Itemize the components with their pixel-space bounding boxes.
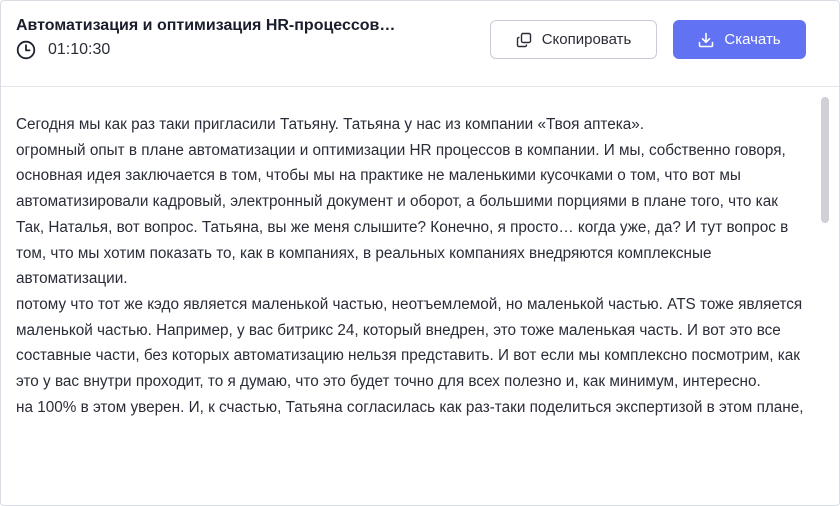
download-button[interactable]: Скачать — [673, 20, 806, 59]
page-title: Автоматизация и оптимизация HR-процессов… — [16, 17, 396, 34]
copy-button-label: Скопировать — [541, 31, 632, 48]
download-icon — [698, 32, 714, 48]
duration: 01:10:30 — [16, 40, 110, 60]
transcript-paragraph: потому что тот же кэдо является маленько… — [16, 295, 803, 391]
download-button-label: Скачать — [724, 31, 781, 48]
transcript-paragraph: на 100% в этом уверен. И, к счастью, Тат… — [16, 398, 804, 416]
transcript-text: Сегодня мы как раз таки пригласили Татья… — [16, 112, 811, 505]
copy-icon — [516, 32, 532, 48]
transcript-paragraph: Сегодня мы как раз таки пригласили Татья… — [16, 116, 645, 133]
transcript-panel: Автоматизация и оптимизация HR-процессов… — [0, 0, 840, 506]
duration-text: 01:10:30 — [48, 41, 111, 58]
clock-icon — [16, 40, 36, 60]
transcript-paragraph: Так, Наталья, вот вопрос. Татьяна, вы же… — [16, 218, 789, 288]
scrollbar-thumb[interactable] — [821, 97, 829, 223]
copy-button[interactable]: Скопировать — [490, 20, 657, 59]
transcript-paragraph: огромный опыт в плане автоматизации и оп… — [16, 141, 786, 211]
transcript-header: Автоматизация и оптимизация HR-процессов… — [1, 1, 839, 87]
scrollbar[interactable] — [821, 89, 829, 503]
